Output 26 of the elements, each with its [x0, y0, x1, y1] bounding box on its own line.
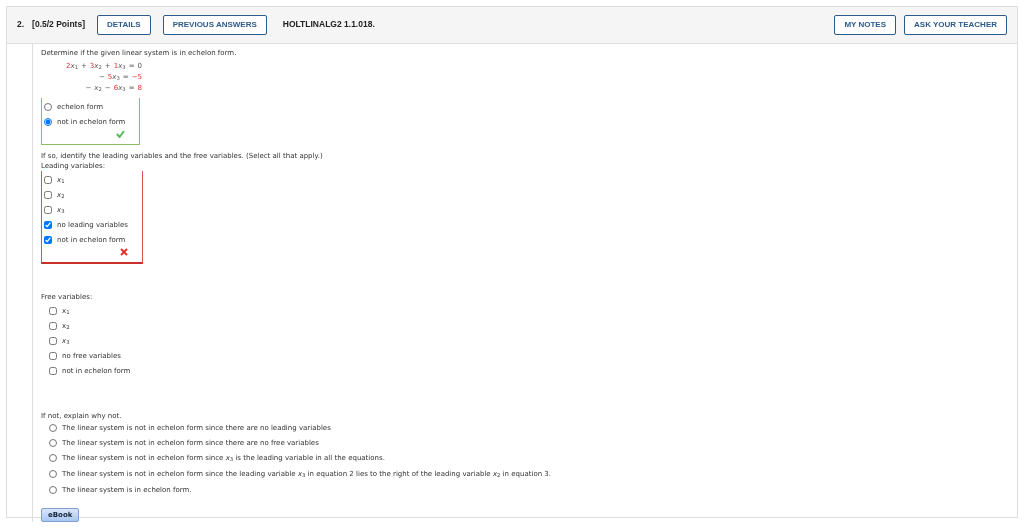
radio-button[interactable]	[49, 439, 57, 448]
radio-button[interactable]	[44, 103, 52, 112]
cross-icon	[119, 247, 128, 258]
header-button[interactable]: PREVIOUS ANSWERS	[162, 15, 267, 35]
radio-button[interactable]	[49, 454, 57, 463]
question-number: 2.	[17, 18, 25, 32]
checkbox[interactable]	[49, 352, 57, 361]
header-button[interactable]: DETAILS	[97, 15, 151, 35]
checkbox[interactable]	[49, 307, 57, 316]
points-label: [0.5/2 Points]	[32, 18, 85, 32]
checkbox[interactable]	[49, 367, 57, 376]
radio-button[interactable]	[49, 424, 57, 433]
checkbox[interactable]	[44, 236, 52, 245]
checkbox[interactable]	[44, 176, 52, 185]
check-icon	[116, 129, 126, 140]
radio-button[interactable]	[44, 118, 52, 127]
header-button[interactable]: MY NOTES	[834, 15, 896, 35]
header-button[interactable]: ASK YOUR TEACHER	[904, 15, 1007, 35]
radio-button[interactable]	[49, 486, 57, 495]
checkbox[interactable]	[44, 206, 52, 215]
radio-button[interactable]	[49, 470, 57, 479]
checkbox[interactable]	[49, 337, 57, 346]
checkbox[interactable]	[44, 191, 52, 200]
problem-code: HOLTLINALG2 1.1.018.	[282, 18, 375, 32]
checkbox[interactable]	[44, 221, 52, 230]
checkbox[interactable]	[49, 322, 57, 331]
